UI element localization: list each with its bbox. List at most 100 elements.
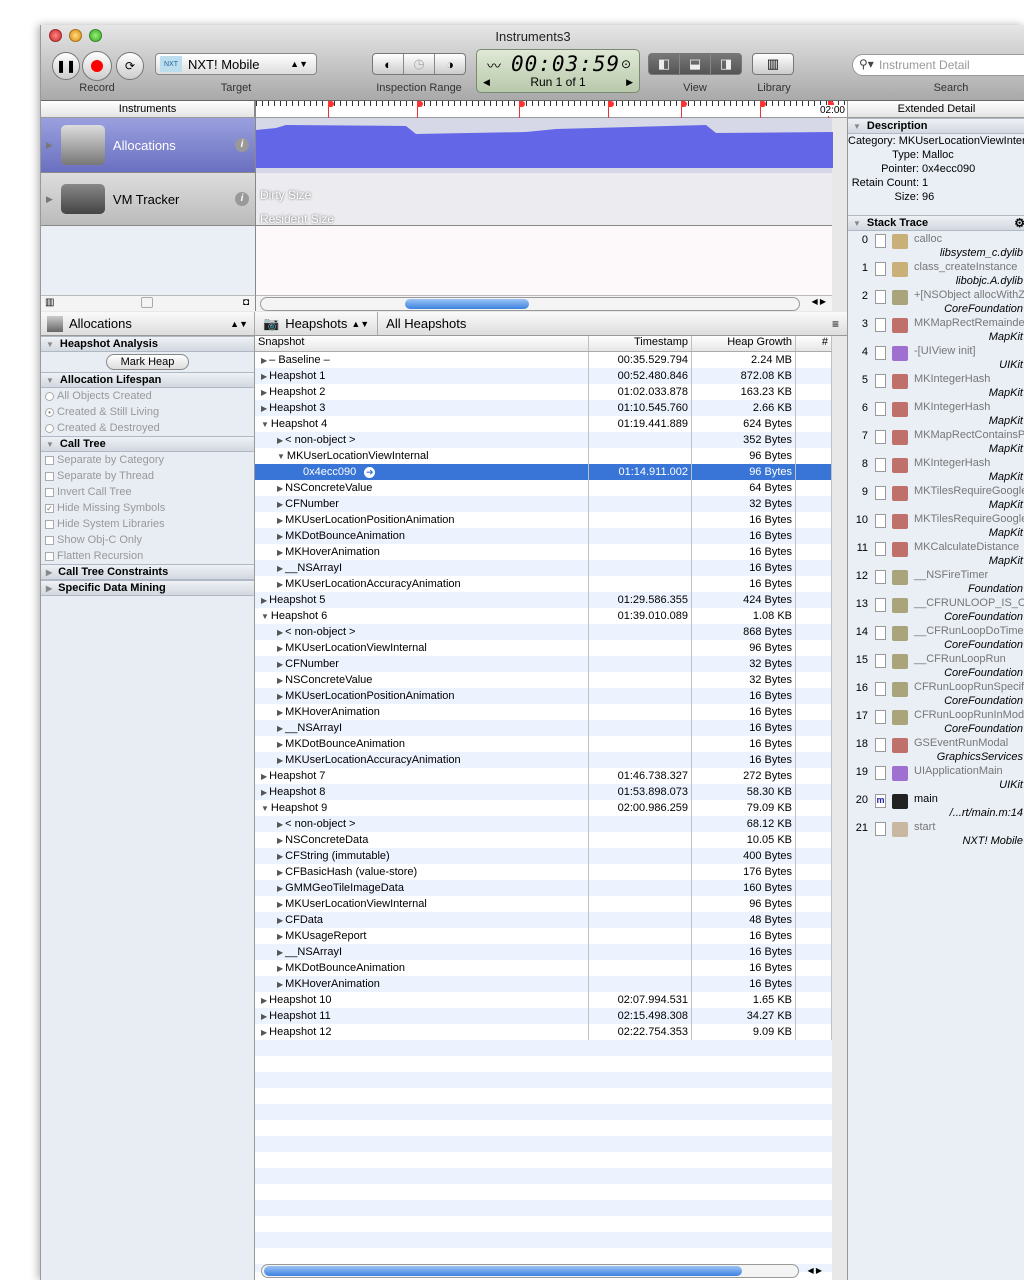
stack-frame[interactable]: 5 MKIntegerHash MapKit [848,372,1024,400]
disclosure-triangle-icon[interactable]: ▶ [277,628,283,637]
stack-frame[interactable]: 16 CFRunLoopRunSpecific CoreFoundation [848,680,1024,708]
section-allocation-lifespan[interactable]: ▼ Allocation Lifespan [41,372,254,388]
disclosure-triangle-icon[interactable]: ▶ [277,724,283,733]
table-row[interactable]: ▼ Heapshot 9 02:00.986.259 79.09 KB [255,800,832,816]
table-row[interactable]: ▶ Heapshot 5 01:29.586.355 424 Bytes [255,592,832,608]
calltree-checkbox-5[interactable]: Show Obj-C Only [41,532,254,548]
table-row[interactable]: ▶ __NSArrayI 16 Bytes [255,560,832,576]
table-row[interactable]: ▶ MKHoverAnimation 16 Bytes [255,976,832,992]
table-row[interactable]: ▶ CFNumber 32 Bytes [255,656,832,672]
disclosure-triangle-icon[interactable]: ▶ [261,1028,267,1037]
disclosure-triangle-icon[interactable]: ▶ [261,996,267,1005]
disclosure-triangle-icon[interactable]: ▶ [277,852,283,861]
disclosure-triangle-icon[interactable]: ▶ [261,404,267,413]
stack-frame[interactable]: 10 MKTilesRequireGoogleLegalNotices MapKit [848,512,1024,540]
lifespan-radio-0[interactable]: All Objects Created [41,388,254,404]
disclosure-triangle-icon[interactable]: ▶ [277,532,283,541]
graph-style-icon[interactable]: ▥ [45,297,54,308]
calltree-checkbox-4[interactable]: Hide System Libraries [41,516,254,532]
column-heap-growth[interactable]: Heap Growth [692,336,796,351]
table-row[interactable]: ▶ MKDotBounceAnimation 16 Bytes [255,960,832,976]
disclosure-triangle-icon[interactable]: ▶ [277,964,283,973]
expand-triangle-icon[interactable]: ▶ [46,194,53,205]
table-row[interactable]: ▶ MKUserLocationPositionAnimation 16 Bytes [255,688,832,704]
heapshot-flag[interactable] [681,101,687,118]
table-row[interactable]: ▶ __NSArrayI 16 Bytes [255,944,832,960]
disclosure-triangle-icon[interactable]: ▶ [277,708,283,717]
table-row[interactable]: 0x4ecc090 ➜ 01:14.911.002 96 Bytes [255,464,832,480]
disclosure-triangle-icon[interactable]: ▶ [261,1012,267,1021]
stack-frame[interactable]: 3 MKMapRectRemainder MapKit [848,316,1024,344]
range-start-button[interactable]: ◐ [373,54,404,74]
table-row[interactable]: ▶ MKUserLocationViewInternal 96 Bytes [255,640,832,656]
stack-frame[interactable]: 1 class_createInstance libobjc.A.dylib [848,260,1024,288]
table-row[interactable]: ▶ Heapshot 3 01:10.545.760 2.66 KB [255,400,832,416]
table-row[interactable]: ▶ CFBasicHash (value-store) 176 Bytes [255,864,832,880]
timeline-ruler[interactable]: 02:00 [255,101,847,118]
disclosure-triangle-icon[interactable]: ▶ [277,740,283,749]
table-row[interactable]: ▼ MKUserLocationViewInternal 96 Bytes [255,448,832,464]
section-stack-trace[interactable]: ▼ Stack Trace ⚙ [848,215,1024,231]
heapshot-flag[interactable] [760,101,766,118]
scroll-arrows[interactable]: ◀ ▶ [807,1266,822,1275]
disclosure-triangle-icon[interactable]: ▶ [261,788,267,797]
range-end-button[interactable]: ◑ [435,54,465,74]
stack-frame[interactable]: 17 CFRunLoopRunInMode CoreFoundation [848,708,1024,736]
table-row[interactable]: ▶ < non-object > 868 Bytes [255,624,832,640]
disclosure-triangle-icon[interactable]: ▶ [277,692,283,701]
disclosure-triangle-icon[interactable]: ▶ [261,372,267,381]
view-bottom-button[interactable]: ⬓ [680,54,711,74]
section-call-tree[interactable]: ▼ Call Tree [41,436,254,452]
disclosure-triangle-icon[interactable]: ▶ [277,948,283,957]
disclosure-triangle-icon[interactable]: ▶ [277,564,283,573]
menu-icon[interactable]: ≡ [832,317,839,331]
section-call-tree-constraints[interactable]: ▶ Call Tree Constraints [41,564,254,580]
stack-frame[interactable]: 8 MKIntegerHash MapKit [848,456,1024,484]
search-input[interactable]: ⚲▾ Instrument Detail [852,54,1024,76]
table-row[interactable]: ▶ MKHoverAnimation 16 Bytes [255,544,832,560]
section-specific-data-mining[interactable]: ▶ Specific Data Mining [41,580,254,596]
heapshot-flag[interactable] [328,101,334,118]
heapshot-flag[interactable] [519,101,525,118]
lifespan-radio-2[interactable]: Created & Destroyed [41,420,254,436]
loop-button[interactable]: ⟳ [116,52,144,80]
disclosure-triangle-icon[interactable]: ▶ [277,660,283,669]
instrument-selector[interactable]: Allocations ▲▼ [41,312,255,335]
stack-frame[interactable]: 13 __CFRUNLOOP_IS_CALLING_OUT_TO_A_TIMER_… [848,596,1024,624]
heapshot-flag[interactable] [608,101,614,118]
stack-frame[interactable]: 15 __CFRunLoopRun CoreFoundation [848,652,1024,680]
range-clear-button[interactable]: ◷ [404,54,435,74]
column-count[interactable]: # [796,336,832,351]
scroll-thumb[interactable] [264,1266,742,1276]
disclosure-triangle-icon[interactable]: ▶ [261,596,267,605]
calltree-checkbox-1[interactable]: Separate by Thread [41,468,254,484]
table-row[interactable]: ▶ Heapshot 10 02:07.994.531 1.65 KB [255,992,832,1008]
table-row[interactable]: ▶ NSConcreteData 10.05 KB [255,832,832,848]
table-row[interactable]: ▶ MKHoverAnimation 16 Bytes [255,704,832,720]
disclosure-triangle-icon[interactable]: ▶ [277,932,283,941]
stack-frame[interactable]: 6 MKIntegerHash MapKit [848,400,1024,428]
disclosure-triangle-icon[interactable]: ▶ [277,676,283,685]
expand-triangle-icon[interactable]: ▶ [46,140,53,151]
disclosure-triangle-icon[interactable]: ▼ [261,612,269,621]
track-vm-tracker[interactable]: ▶ VM Tracker i [41,173,255,226]
view-right-button[interactable]: ◨ [711,54,741,74]
table-row[interactable]: ▶ Heapshot 7 01:46.738.327 272 Bytes [255,768,832,784]
disclosure-triangle-icon[interactable]: ▶ [277,916,283,925]
table-row[interactable]: ▶ CFString (immutable) 400 Bytes [255,848,832,864]
column-timestamp[interactable]: Timestamp [589,336,692,351]
vm-tracker-graph[interactable]: Dirty Size Resident Size [255,173,832,226]
disclosure-triangle-icon[interactable]: ▶ [261,388,267,397]
disclosure-triangle-icon[interactable]: ▶ [277,644,283,653]
stack-frame[interactable]: 19 UIApplicationMain UIKit [848,764,1024,792]
table-row[interactable]: ▶ Heapshot 12 02:22.754.353 9.09 KB [255,1024,832,1040]
allocations-graph[interactable] [255,118,833,173]
disclosure-triangle-icon[interactable]: ▶ [277,756,283,765]
stack-frame[interactable]: 0 calloc libsystem_c.dylib [848,232,1024,260]
table-row[interactable]: ▶ Heapshot 1 00:52.480.846 872.08 KB [255,368,832,384]
disclosure-triangle-icon[interactable]: ▶ [277,580,283,589]
target-select[interactable]: NXT NXT! Mobile ▲▼ [155,53,317,75]
stack-frame[interactable]: 2 +[NSObject allocWithZone:] CoreFoundatio… [848,288,1024,316]
track-allocations[interactable]: ▶ Allocations i [41,118,255,173]
disclosure-triangle-icon[interactable]: ▶ [277,820,283,829]
